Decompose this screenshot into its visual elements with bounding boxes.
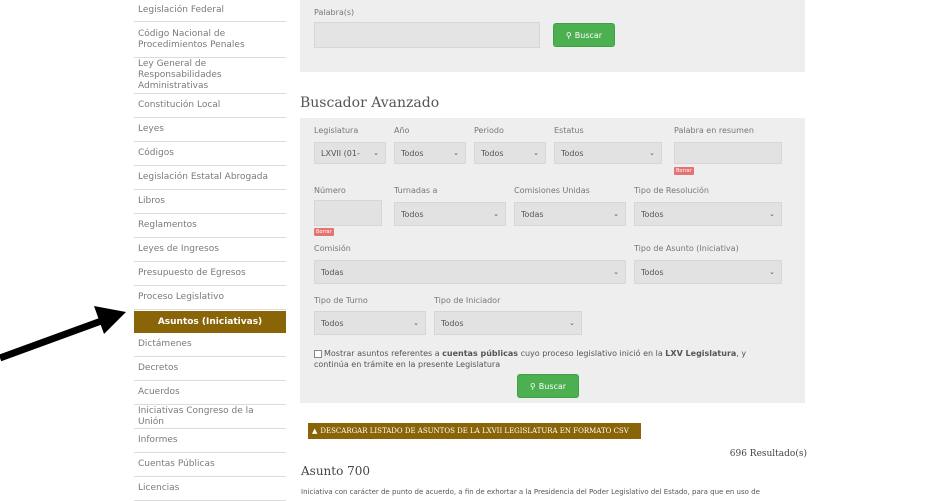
sidebar-item-informes[interactable]: Informes [134,429,286,453]
chevron-down-icon: ⌄ [769,268,775,276]
sidebar-item-constitucion-local[interactable]: Constitución Local [134,94,286,118]
estatus-select[interactable]: Todos ⌄ [554,142,662,164]
legislatura-select[interactable]: LXVII (01- ⌄ [314,142,386,164]
tipo-turno-select[interactable]: Todos ⌄ [314,311,426,335]
chevron-down-icon: ⌄ [613,268,619,276]
palabras-input[interactable] [314,22,540,48]
anio-select[interactable]: Todos ⌄ [394,142,466,164]
cuentas-publicas-checkbox-row[interactable]: Mostrar asuntos referentes a cuentas púb… [314,348,779,370]
chevron-down-icon: ⌄ [569,319,575,327]
palabras-label: Palabra(s) [314,8,355,17]
results-count: 696 Resultado(s) [729,449,807,459]
sidebar-item-proceso-legislativo[interactable]: Proceso Legislativo [134,286,286,310]
sidebar-item-presupuesto-egresos[interactable]: Presupuesto de Egresos [134,262,286,286]
sidebar-item-leyes[interactable]: Leyes [134,118,286,142]
numero-label: Número [314,186,346,195]
pointer-arrow-icon [0,306,126,362]
sidebar-item-acuerdos[interactable]: Acuerdos [134,381,286,405]
cuentas-publicas-checkbox[interactable] [314,349,322,358]
sidebar-item-libros[interactable]: Libros [134,190,286,214]
periodo-select[interactable]: Todos ⌄ [474,142,546,164]
asunto-title[interactable]: Asunto 700 [301,464,370,478]
tipo-resolucion-label: Tipo de Resolución [634,186,709,195]
search-icon: ⚲ [529,381,536,391]
legislatura-label: Legislatura [314,126,359,135]
warning-icon: ▲ [312,427,318,435]
sidebar-item-dictamenes[interactable]: Dictámenes [134,333,286,357]
tipo-iniciador-select[interactable]: Todos ⌄ [434,311,582,335]
borrar-resumen-button[interactable]: Borrar [674,167,694,175]
sidebar-item-iniciativas-congreso[interactable]: Iniciativas Congreso de la Unión [134,405,286,429]
sidebar-item-cuentas-publicas[interactable]: Cuentas Públicas [134,453,286,477]
numero-input[interactable] [314,200,382,226]
sidebar-item-licencias[interactable]: Licencias [134,477,286,501]
palabra-resumen-input[interactable] [674,142,782,164]
chevron-down-icon: ⌄ [769,210,775,218]
borrar-numero-button[interactable]: Borrar [314,228,334,236]
comision-select[interactable]: Todas ⌄ [314,260,626,284]
turnadas-select[interactable]: Todos ⌄ [394,202,506,226]
sidebar-nav: Legislación Federal Código Nacional de P… [134,0,286,501]
turnadas-label: Turnadas a [394,186,438,195]
chevron-down-icon: ⌄ [493,210,499,218]
estatus-label: Estatus [554,126,584,135]
tipo-asunto-select[interactable]: Todos ⌄ [634,260,782,284]
chevron-down-icon: ⌄ [453,149,459,157]
comisiones-unidas-select[interactable]: Todas ⌄ [514,202,626,226]
chevron-down-icon: ⌄ [613,210,619,218]
anio-label: Año [394,126,410,135]
download-csv-button[interactable]: ▲ DESCARGAR LISTADO DE ASUNTOS DE LA LXV… [308,423,641,439]
comision-label: Comisión [314,244,351,253]
tipo-resolucion-select[interactable]: Todos ⌄ [634,202,782,226]
sidebar-item-asuntos-active[interactable]: Asuntos (Iniciativas) [134,311,286,333]
tipo-iniciador-label: Tipo de Iniciador [434,296,501,305]
advanced-search-title: Buscador Avanzado [300,95,440,111]
buscar-avanzado-button[interactable]: ⚲ Buscar [518,375,578,397]
palabra-resumen-label: Palabra en resumen [674,126,754,135]
buscar-button[interactable]: ⚲ Buscar [554,24,614,46]
sidebar-item-reglamentos[interactable]: Reglamentos [134,214,286,238]
chevron-down-icon: ⌄ [413,319,419,327]
tipo-turno-label: Tipo de Turno [314,296,368,305]
sidebar-item-legislacion-abrogada[interactable]: Legislación Estatal Abrogada [134,166,286,190]
sidebar-item-leyes-ingresos[interactable]: Leyes de Ingresos [134,238,286,262]
sidebar-item-codigo-nacional[interactable]: Código Nacional de Procedimientos Penale… [134,22,286,58]
sidebar-item-ley-general[interactable]: Ley General de Responsabilidades Adminis… [134,58,286,94]
simple-search-panel: Palabra(s) ⚲ Buscar [300,0,805,72]
chevron-down-icon: ⌄ [649,149,655,157]
chevron-down-icon: ⌄ [373,149,379,157]
periodo-label: Periodo [474,126,504,135]
sidebar-item-codigos[interactable]: Códigos [134,142,286,166]
chevron-down-icon: ⌄ [533,149,539,157]
search-icon: ⚲ [565,30,572,40]
sidebar-item-legislacion-federal[interactable]: Legislación Federal [134,0,286,22]
asunto-description: Iniciativa con carácter de punto de acue… [301,488,760,496]
sidebar-item-decretos[interactable]: Decretos [134,357,286,381]
tipo-asunto-label: Tipo de Asunto (Iniciativa) [634,244,739,253]
comisiones-unidas-label: Comisiones Unidas [514,186,590,195]
